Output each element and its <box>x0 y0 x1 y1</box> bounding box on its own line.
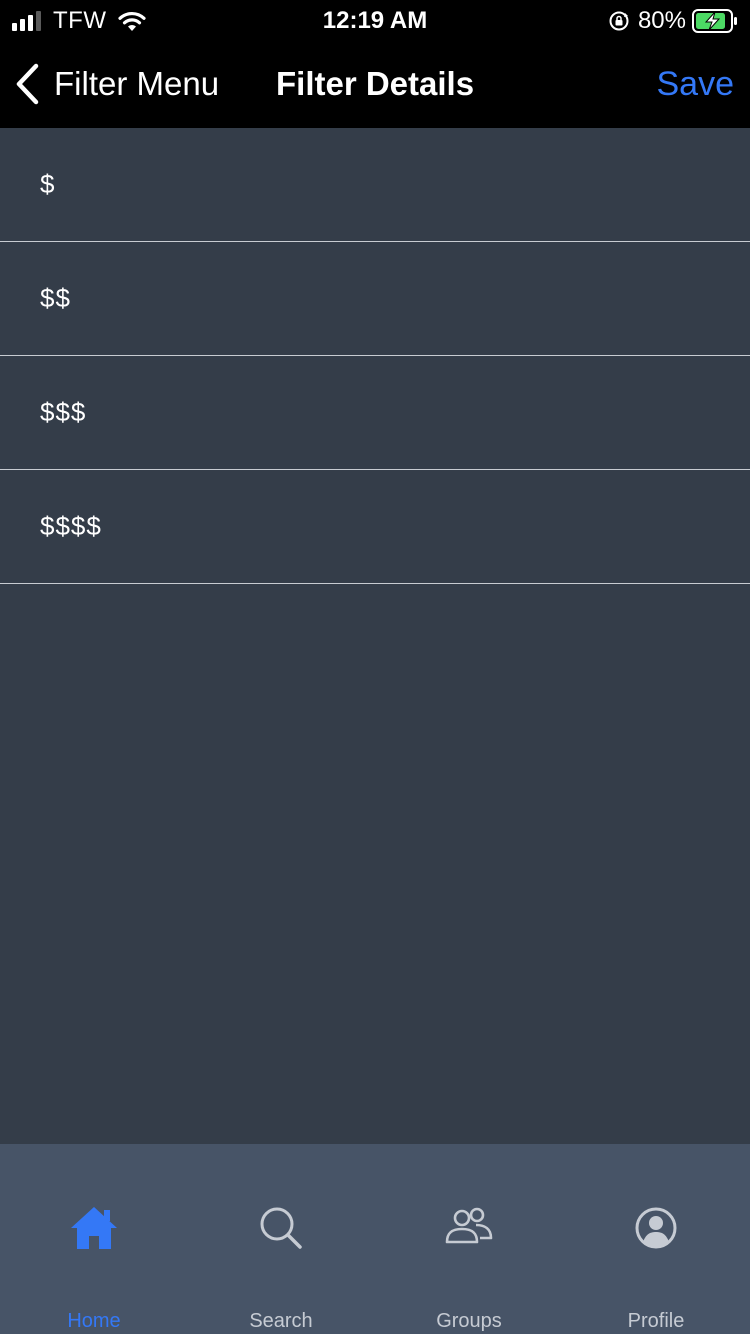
price-option-2[interactable]: $$ <box>0 242 750 356</box>
tab-search[interactable]: Search <box>187 1144 375 1334</box>
price-option-label: $$$ <box>40 397 87 427</box>
status-right: 80% <box>608 6 738 36</box>
back-button[interactable]: Filter Menu <box>14 62 219 106</box>
price-option-label: $$$$ <box>40 511 102 541</box>
price-option-label: $ <box>40 169 56 199</box>
groups-icon <box>445 1207 493 1244</box>
filter-details-screen: TFW 12:19 AM 80% Filter Menu Filter Deta… <box>0 0 750 1334</box>
tab-profile[interactable]: Profile <box>562 1144 750 1334</box>
price-option-3[interactable]: $$$ <box>0 356 750 470</box>
tab-label-search: Search <box>249 1310 313 1332</box>
status-bar: TFW 12:19 AM 80% <box>0 0 750 42</box>
tab-label-profile: Profile <box>627 1310 685 1332</box>
price-option-4[interactable]: $$$$ <box>0 470 750 584</box>
home-icon <box>71 1207 117 1249</box>
search-icon <box>260 1207 302 1249</box>
tab-groups[interactable]: Groups <box>375 1144 563 1334</box>
price-option-1[interactable]: $ <box>0 128 750 242</box>
battery-charging-icon <box>692 9 737 33</box>
back-button-label: Filter Menu <box>54 65 220 102</box>
price-filter-list: $ $$ $$$ $$$$ <box>0 128 750 584</box>
tab-label-home: Home <box>67 1310 121 1332</box>
profile-icon <box>635 1207 677 1249</box>
price-option-label: $$ <box>40 283 71 313</box>
tab-bar: Home Search Groups Profile <box>0 1144 750 1334</box>
page-title: Filter Details <box>276 65 475 102</box>
tab-label-groups: Groups <box>436 1310 502 1332</box>
tab-home[interactable]: Home <box>0 1144 188 1334</box>
navigation-bar: Filter Menu Filter Details Save <box>0 42 750 128</box>
battery-percent: 80% <box>637 7 686 34</box>
rotation-lock-icon <box>609 11 629 31</box>
save-button[interactable]: Save <box>657 62 735 106</box>
chevron-left-icon <box>16 63 39 105</box>
